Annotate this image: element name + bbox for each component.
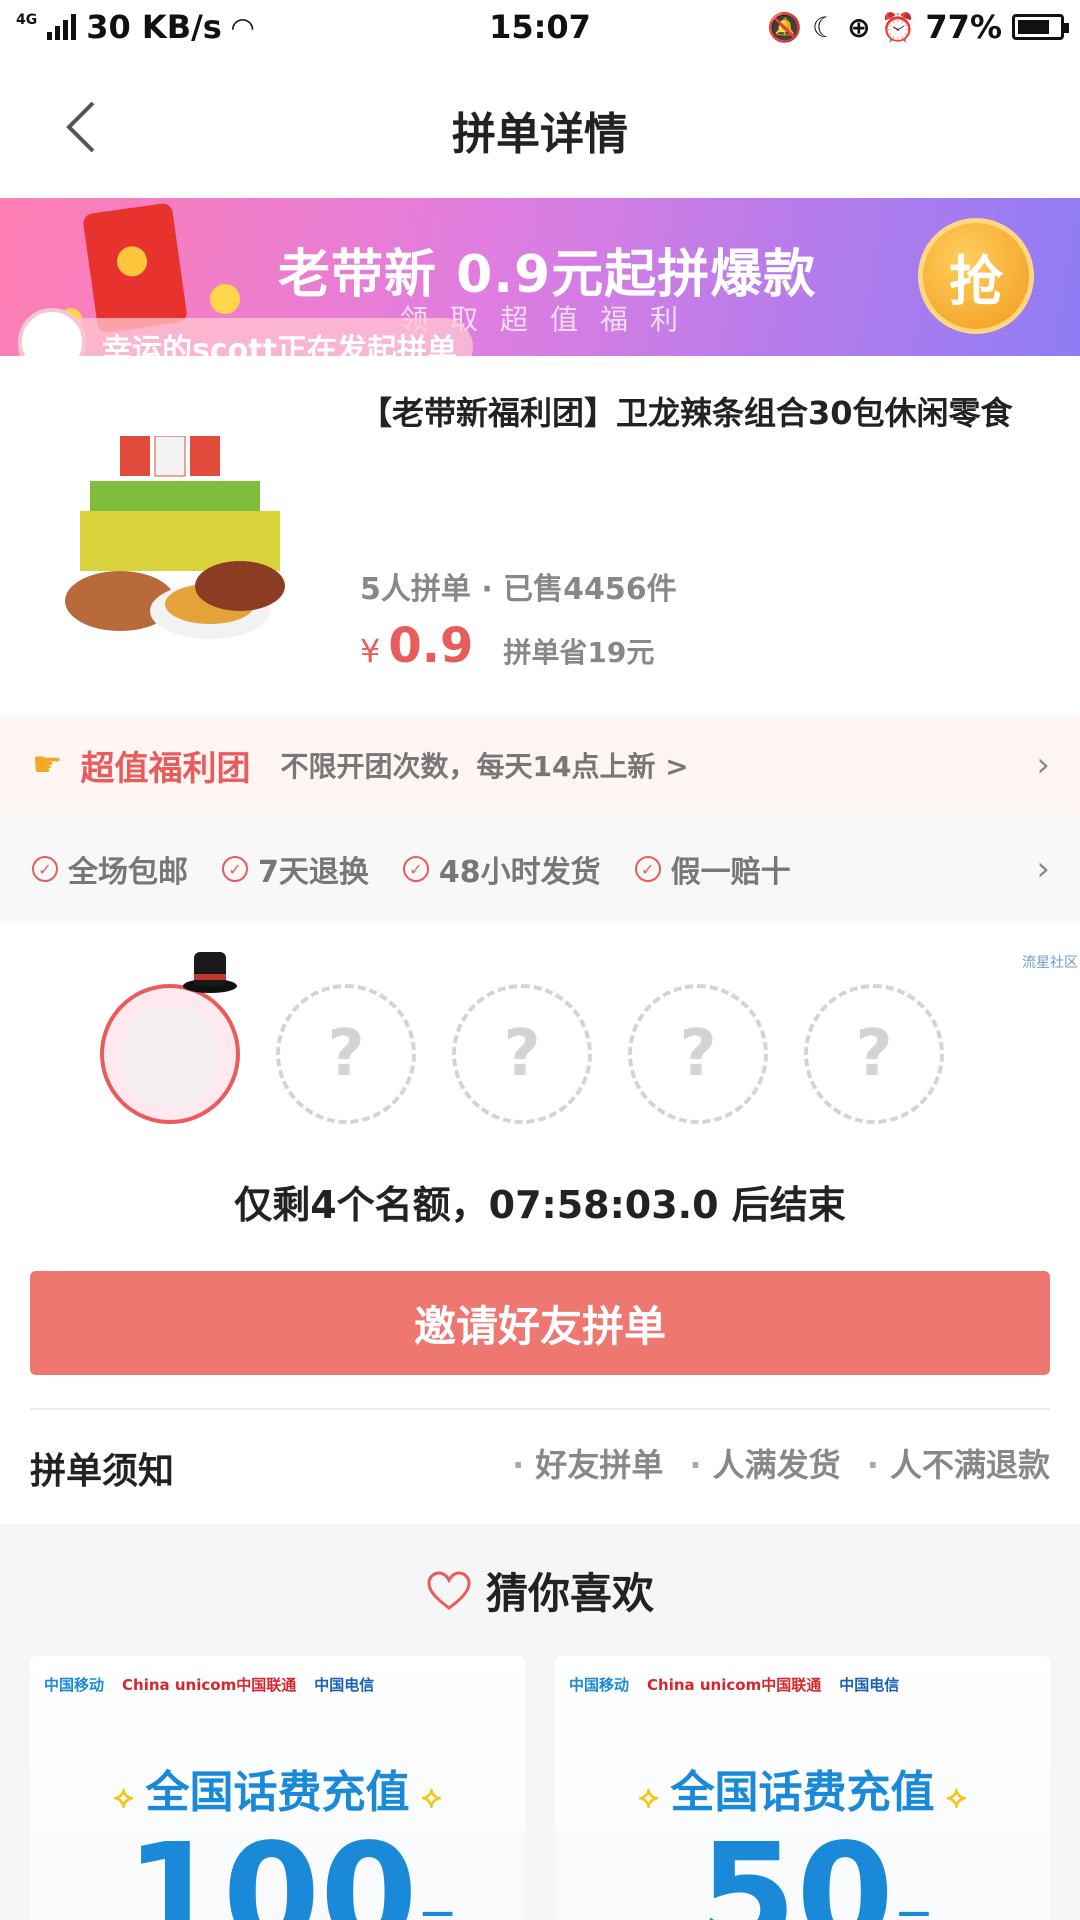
card-amount: ¥100元 — [30, 1826, 525, 1920]
china-mobile-logo: 中国移动 — [44, 1676, 105, 1694]
check-circle-icon: ✓ — [634, 856, 661, 882]
china-telecom-logo: 中国电信 — [314, 1676, 375, 1694]
sold-count: 已售4456件 — [503, 572, 677, 607]
product-image — [65, 436, 285, 639]
rules-title: 拼单须知 — [30, 1451, 175, 1492]
wifi-icon: ◠ — [231, 10, 254, 44]
product-meta: 5人拼单 · 已售4456件 — [360, 564, 677, 608]
guarantee-item: ✓ 假一赔十 — [634, 847, 791, 891]
group-buy-section: 流星社区 ? ? ? ? 仅剩4个名额，07:58:03.0 后结束 邀请好友拼… — [0, 924, 1080, 1524]
host-avatar[interactable] — [100, 952, 240, 1124]
china-unicom-logo: China unicom中国联通 — [122, 1676, 297, 1694]
red-packet-icon — [82, 202, 188, 334]
welfare-title: 超值福利团 — [80, 748, 251, 789]
lock-rotation-icon: ⊕ — [847, 10, 871, 44]
status-bar: 4G 30 KB/s ◠ 15:07 🔕 ☾ ⊕ ⏰ 77% — [0, 0, 1080, 54]
card-amount-unit: 元 — [418, 1907, 458, 1920]
guarantee-label: 假一赔十 — [670, 855, 791, 890]
guarantee-label: 全场包邮 — [68, 855, 188, 890]
network-type: 4G — [16, 12, 38, 28]
welfare-desc: 不限开团次数，每天14点上新 > — [280, 750, 689, 783]
guarantee-label: 7天退换 — [258, 855, 369, 890]
check-circle-icon: ✓ — [32, 856, 58, 882]
rule-item: 人不满退款 — [867, 1440, 1050, 1486]
guarantee-item: ✓ 全场包邮 — [32, 847, 188, 891]
banner-title: 老带新 0.9元起拼爆款 — [278, 245, 817, 305]
chevron-right-icon: › — [1036, 745, 1050, 785]
welfare-group-row[interactable]: ☛ 超值福利团 不限开团次数，每天14点上新 > › — [0, 716, 1080, 814]
check-circle-icon: ✓ — [402, 856, 429, 882]
empty-slot[interactable]: ? — [276, 984, 416, 1124]
carrier-logos: 中国移动 China unicom中国联通 中国电信 — [569, 1674, 899, 1695]
rule-item: 好友拼单 — [512, 1440, 663, 1486]
coin-decoration — [210, 284, 240, 314]
guarantee-label: 48小时发货 — [438, 855, 601, 890]
divider — [30, 1408, 1050, 1410]
group-price: 0.9 — [388, 618, 474, 674]
card-amount: ¥50元 — [555, 1826, 1050, 1920]
host-hat-icon — [183, 952, 237, 993]
recommend-card[interactable]: 中国移动 China unicom中国联通 中国电信 全国话费充值 ¥50元 — [555, 1656, 1050, 1920]
check-circle-icon: ✓ — [222, 856, 248, 882]
watermark: 流星社区 — [1022, 955, 1078, 971]
saving-amount: 拼单省19元 — [503, 636, 655, 669]
rules-list[interactable]: 好友拼单 人满发货 人不满退款 — [512, 1440, 1050, 1486]
recommend-card[interactable]: 中国移动 China unicom中国联通 中国电信 全国话费充值 ¥100元 — [30, 1656, 525, 1920]
card-amount-unit: 元 — [894, 1907, 934, 1920]
pointing-hand-icon: ☛ — [32, 745, 63, 785]
group-size: 5人拼单 — [360, 572, 471, 607]
price-row: ¥ 0.9 拼单省19元 — [360, 618, 654, 674]
recommend-title: 猜你喜欢 — [485, 1569, 654, 1618]
nav-header: 拼单详情 — [0, 54, 1080, 198]
currency-symbol: ¥ — [360, 632, 381, 670]
service-guarantees[interactable]: ✓ 全场包邮 ✓ 7天退换 ✓ 48小时发货 ✓ 假一赔十 › — [0, 814, 1080, 924]
mute-icon: 🔕 — [767, 10, 802, 44]
member-slots: ? ? ? ? — [100, 952, 944, 1124]
empty-slot[interactable]: ? — [452, 984, 592, 1124]
card-amount-value: 100 — [125, 1814, 418, 1920]
chevron-right-icon: › — [1036, 849, 1050, 889]
alarm-icon: ⏰ — [880, 10, 916, 44]
card-title: 全国话费充值 — [30, 1756, 525, 1820]
recommend-header: 猜你喜欢 — [0, 1560, 1080, 1621]
grab-button[interactable]: 抢 — [918, 218, 1034, 334]
recommend-cards: 中国移动 China unicom中国联通 中国电信 全国话费充值 ¥100元 … — [30, 1656, 1050, 1920]
card-amount-value: 50 — [699, 1814, 894, 1920]
invite-friends-button[interactable]: 邀请好友拼单 — [30, 1271, 1050, 1375]
china-unicom-logo: China unicom中国联通 — [647, 1676, 822, 1694]
signal-icon — [47, 14, 77, 40]
product-card[interactable]: 【老带新福利团】卫龙辣条组合30包休闲零食 5人拼单 · 已售4456件 ¥ 0… — [0, 356, 1080, 716]
product-name: 【老带新福利团】卫龙辣条组合30包休闲零食 — [360, 394, 1013, 432]
chevron-left-icon — [66, 101, 95, 153]
host-avatar-image — [120, 1006, 220, 1106]
rule-item: 人满发货 — [689, 1440, 841, 1486]
page-title: 拼单详情 — [452, 109, 628, 160]
guarantee-item: ✓ 7天退换 — [222, 847, 369, 891]
carrier-logos: 中国移动 China unicom中国联通 中国电信 — [44, 1674, 374, 1695]
clock: 15:07 — [489, 8, 591, 46]
card-title: 全国话费充值 — [555, 1756, 1050, 1820]
moon-icon: ☾ — [811, 10, 838, 44]
empty-slot[interactable]: ? — [804, 984, 944, 1124]
back-button[interactable] — [50, 92, 110, 162]
china-telecom-logo: 中国电信 — [839, 1676, 900, 1694]
network-speed: 30 KB/s — [86, 8, 222, 46]
guarantee-item: ✓ 48小时发货 — [402, 847, 601, 891]
empty-slot[interactable]: ? — [628, 984, 768, 1124]
china-mobile-logo: 中国移动 — [569, 1676, 630, 1694]
meta-separator: · — [481, 572, 504, 607]
battery-icon — [1012, 14, 1069, 40]
heart-icon — [427, 1570, 471, 1610]
remaining-countdown: 仅剩4个名额，07:58:03.0 后结束 — [234, 1183, 846, 1227]
battery-percent: 77% — [925, 8, 1002, 46]
